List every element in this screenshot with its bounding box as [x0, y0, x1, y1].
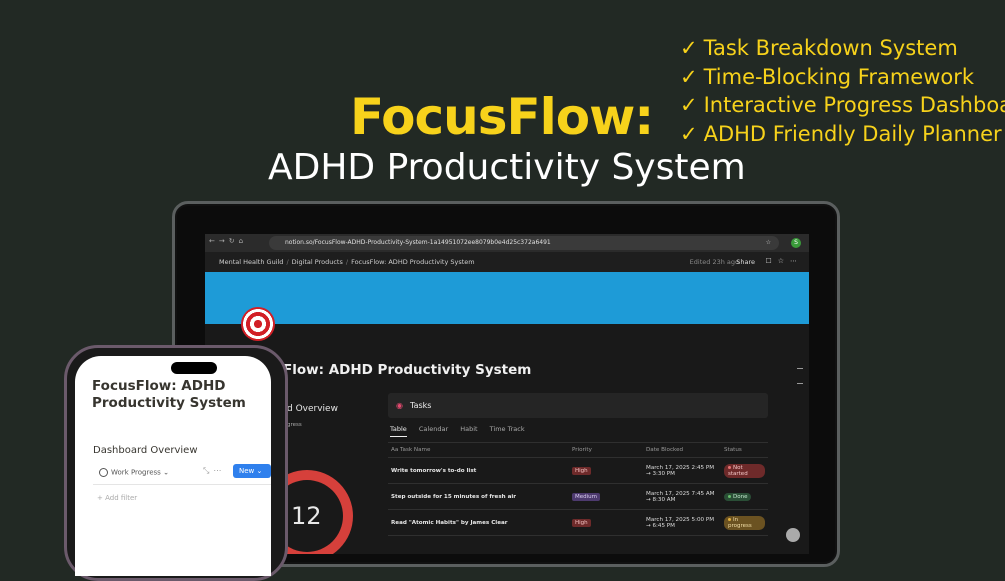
table-row[interactable]: Read "Atomic Habits" by James Clear High… [388, 509, 768, 536]
priority-badge[interactable]: High [572, 518, 591, 527]
tasks-header[interactable]: ◉ Tasks [388, 393, 768, 418]
new-button[interactable]: New ⌄ [233, 464, 271, 478]
status-badge[interactable]: Not started [724, 463, 765, 478]
divider [93, 484, 271, 485]
dynamic-island [171, 362, 217, 374]
help-button[interactable] [786, 528, 800, 542]
column-header[interactable]: Priority [569, 442, 643, 458]
breadcrumb-item[interactable]: Mental Health Guild [219, 258, 283, 266]
priority-badge[interactable]: High [572, 466, 591, 475]
check-icon: ✓ [680, 36, 698, 60]
url-text: notion.so/FocusFlow-ADHD-Productivity-Sy… [285, 239, 551, 246]
page-cover-banner [205, 272, 809, 324]
browser-nav-icons[interactable]: ←→↻⌂ [209, 237, 247, 245]
address-bar[interactable]: notion.so/FocusFlow-ADHD-Productivity-Sy… [269, 236, 779, 250]
status-badge[interactable]: In progress [724, 515, 765, 530]
profile-avatar[interactable]: S [791, 238, 801, 248]
breadcrumb-item[interactable]: FocusFlow: ADHD Productivity System [351, 258, 475, 266]
add-filter-button[interactable]: + Add filter [97, 494, 137, 502]
priority-badge[interactable]: Medium [572, 492, 600, 501]
edited-timestamp: Edited 23h ago [689, 258, 739, 266]
scroll-indicator[interactable] [797, 368, 803, 384]
chevron-down-icon: ⌄ [256, 467, 263, 475]
column-header[interactable]: Status [721, 442, 768, 458]
tab-calendar[interactable]: Calendar [419, 425, 448, 433]
column-header[interactable]: Date Blocked [643, 442, 721, 458]
tasks-table: Aa Task Name Priority Date Blocked Statu… [388, 442, 768, 536]
task-name[interactable]: Read "Atomic Habits" by James Clear [388, 509, 569, 536]
phone-view-tools[interactable]: ⤡⋯ [203, 466, 225, 476]
phone-view-selector[interactable]: Work Progress ⌄ [99, 468, 169, 477]
table-row[interactable]: Write tomorrow's to-do list High March 1… [388, 457, 768, 484]
check-icon: ✓ [680, 64, 698, 89]
laptop-screen: ←→↻⌂ notion.so/FocusFlow-ADHD-Productivi… [205, 234, 809, 554]
page-title: Flow: ADHD Productivity System [283, 362, 532, 378]
task-name[interactable]: Write tomorrow's to-do list [388, 457, 569, 484]
tab-time-track[interactable]: Time Track [490, 425, 525, 433]
column-header[interactable]: Aa Task Name [388, 442, 569, 458]
headline-title: FocusFlow: [350, 88, 654, 146]
phone-dashboard-heading: Dashboard Overview [93, 445, 198, 456]
progress-label: gress [287, 422, 302, 428]
feature-item: ✓ Task Breakdown System [680, 36, 958, 60]
phone-screen: FocusFlow: ADHD Productivity System Dash… [75, 356, 271, 576]
tab-table[interactable]: Table [390, 425, 407, 437]
view-tabs: Table Calendar Habit Time Track [390, 425, 535, 437]
feature-item: ✓ Time-Blocking Framework [680, 64, 975, 89]
date-blocked[interactable]: March 17, 2025 5:00 PM → 6:45 PM [643, 509, 721, 536]
topbar-actions[interactable]: ☐☆⋯ [765, 257, 803, 265]
breadcrumb-item[interactable]: Digital Products [292, 258, 343, 266]
feature-list: ✓ Task Breakdown System ✓ Time-Blocking Fr… [680, 34, 1005, 148]
browser-toolbar: ←→↻⌂ notion.so/FocusFlow-ADHD-Productivi… [205, 234, 809, 252]
tasks-heading: Tasks [410, 401, 432, 410]
share-button[interactable]: Share [736, 258, 755, 266]
bookmark-star-icon[interactable]: ☆ [766, 239, 771, 246]
status-badge[interactable]: Done [724, 492, 752, 501]
feature-item: ✓ Interactive Progress Dashboard [680, 93, 1005, 117]
table-row[interactable]: Step outside for 15 minutes of fresh air… [388, 483, 768, 510]
tab-habit[interactable]: Habit [460, 425, 477, 433]
target-icon [241, 307, 275, 341]
target-icon: ◉ [396, 401, 403, 410]
date-blocked[interactable]: March 17, 2025 2:45 PM → 3:30 PM [643, 457, 721, 484]
date-blocked[interactable]: March 17, 2025 7:45 AM → 8:30 AM [643, 483, 721, 510]
phone-mockup: FocusFlow: ADHD Productivity System Dash… [64, 345, 288, 581]
feature-item: ✓ ADHD Friendly Daily Planner [680, 121, 1002, 146]
breadcrumb: Mental Health Guild / Digital Products / Foc… [219, 258, 475, 266]
check-icon: ✓ [680, 121, 698, 146]
table-header-row: Aa Task Name Priority Date Blocked Statu… [388, 442, 768, 458]
headline-subtitle: ADHD Productivity System [268, 147, 746, 188]
dashboard-overview-heading: d Overview [287, 404, 338, 414]
chevron-down-icon: ⌄ [163, 468, 169, 477]
clock-icon [99, 468, 108, 477]
notion-topbar: Mental Health Guild / Digital Products / Foc… [205, 252, 809, 272]
task-name[interactable]: Step outside for 15 minutes of fresh air [388, 483, 569, 510]
check-icon: ✓ [680, 93, 698, 117]
phone-page-title: FocusFlow: ADHD Productivity System [92, 378, 246, 411]
progress-ring-number: 12 [291, 502, 322, 530]
